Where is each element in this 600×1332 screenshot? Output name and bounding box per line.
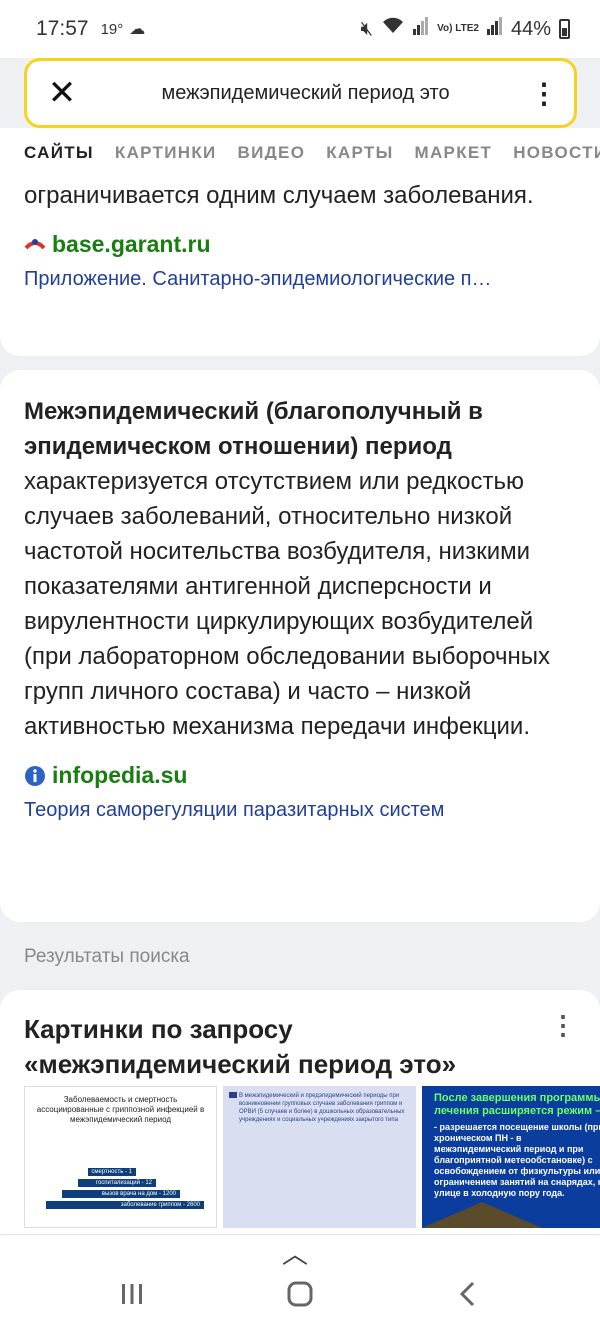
wifi-icon	[381, 17, 405, 41]
chevron-up-icon[interactable]: ︿	[282, 1241, 308, 1267]
system-nav-bar: ︿	[0, 1234, 600, 1332]
image-thumbnail[interactable]: После завершения программы лечения расши…	[422, 1086, 600, 1228]
cloud-icon: ☁	[129, 21, 146, 38]
result-snippet: Межэпидемический (благополучный в эпидем…	[24, 394, 576, 744]
pyramid-step: заболевание гриппом - 2600	[45, 1200, 205, 1210]
thumbnail-text: В межэпидемический и предэпидемический п…	[239, 1093, 405, 1123]
status-icons: 🔇︎ Vo) LTE2 44%	[360, 17, 570, 41]
result-snippet: ограничивается одним случаем заболевания…	[24, 182, 534, 209]
image-thumbnail[interactable]: Заболеваемость и смертность ассоциирован…	[24, 1086, 217, 1228]
result-snippet-text: характеризуется отсутствием или редкость…	[24, 468, 551, 740]
thumbnail-title: После завершения программы лечения расши…	[434, 1092, 600, 1117]
result-card[interactable]: ограничивается одним случаем заболевания…	[0, 160, 600, 356]
result-source[interactable]: base.garant.ru	[24, 231, 576, 258]
signal-icon-2	[486, 17, 503, 41]
mute-icon: 🔇︎	[360, 17, 374, 40]
mountain-graphic	[422, 1202, 542, 1228]
result-card[interactable]: Межэпидемический (благополучный в эпидем…	[0, 370, 600, 922]
info-icon	[24, 765, 46, 787]
battery-level: 44%	[510, 17, 551, 40]
image-thumbnails: Заболеваемость и смертность ассоциирован…	[24, 1086, 600, 1228]
garant-favicon-icon	[24, 234, 46, 256]
status-time: 17:57	[36, 17, 89, 40]
pyramid-step: вызов врача на дом - 1200	[61, 1189, 181, 1199]
result-source[interactable]: infopedia.su	[24, 762, 576, 789]
pyramid-step-label: госпитализаций - 12	[95, 1180, 152, 1186]
pyramid-step-label: вызов врача на дом - 1200	[101, 1191, 176, 1197]
pyramid-step-label: заболевание гриппом - 2600	[120, 1202, 200, 1208]
recent-apps-icon[interactable]	[120, 1281, 144, 1313]
thumbnail-caption: Заболеваемость и смертность ассоциирован…	[36, 1095, 205, 1124]
source-name[interactable]: infopedia.su	[52, 762, 187, 789]
flag-icon	[229, 1092, 237, 1098]
pyramid-step-label: смертность - 1	[91, 1169, 132, 1175]
network-type: Vo) LTE2	[437, 23, 479, 34]
result-link[interactable]: Теория саморегуляции паразитарных систем	[24, 799, 576, 822]
search-bar[interactable]: ✕ межэпидемический период это ⋮	[24, 58, 577, 128]
pyramid-step: смертность - 1	[87, 1167, 137, 1177]
images-card[interactable]: Картинки по запросу «межэпидемический пе…	[0, 990, 600, 1250]
status-temperature: 19°	[100, 20, 124, 38]
thumbnail-text: - разрешается посещение школы (при хрони…	[434, 1122, 600, 1198]
images-title[interactable]: Картинки по запросу «межэпидемический пе…	[24, 1012, 544, 1082]
source-name[interactable]: base.garant.ru	[52, 231, 211, 258]
pyramid-step: госпитализаций - 12	[77, 1178, 157, 1188]
home-icon[interactable]	[287, 1281, 313, 1314]
result-link[interactable]: Приложение. Санитарно-эпидемиологические…	[24, 268, 576, 291]
section-label: Результаты поиска	[24, 946, 190, 967]
status-bar: 17:57 19° ☁ 🔇︎ Vo) LTE2 44%	[0, 0, 600, 58]
image-thumbnail[interactable]: В межэпидемический и предэпидемический п…	[223, 1086, 416, 1228]
result-snippet-bold: Межэпидемический (благополучный в эпидем…	[24, 398, 483, 460]
more-vertical-icon[interactable]: ⋮	[514, 77, 574, 110]
back-icon[interactable]	[458, 1281, 478, 1314]
signal-icon	[413, 17, 429, 41]
search-query[interactable]: межэпидемический период это	[97, 82, 514, 105]
more-vertical-icon[interactable]: ⋮	[550, 1012, 576, 1038]
close-icon[interactable]: ✕	[27, 73, 97, 113]
battery-icon	[559, 19, 570, 39]
